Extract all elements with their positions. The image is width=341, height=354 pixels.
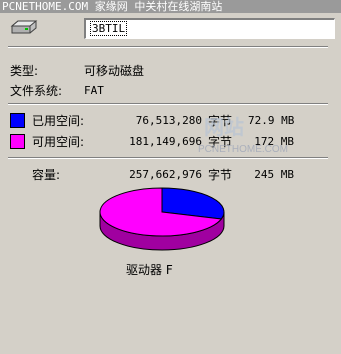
capacity-size: 245 MB bbox=[254, 168, 294, 181]
watermark-banner: PCNETHOME.COM 家缘网 中关村在线湖南站 bbox=[0, 0, 341, 13]
drive-icon bbox=[10, 20, 38, 34]
svg-text:网站: 网站 bbox=[204, 115, 244, 139]
drive-name-input[interactable]: 3BTIL bbox=[84, 18, 335, 39]
separator bbox=[8, 46, 328, 48]
filesystem-label: 文件系统: bbox=[10, 84, 63, 98]
capacity-bytes: 257,662,976 bbox=[129, 168, 202, 181]
drive-name-value: 3BTIL bbox=[90, 21, 128, 36]
type-value: 可移动磁盘 bbox=[84, 64, 145, 78]
separator bbox=[8, 157, 328, 159]
free-space-label: 可用空间: bbox=[32, 135, 85, 149]
disk-usage-pie bbox=[99, 187, 225, 251]
capacity-label: 容量: bbox=[32, 168, 61, 182]
free-color-swatch bbox=[10, 134, 25, 149]
used-color-swatch bbox=[10, 113, 25, 128]
drive-caption: 驱动器 F bbox=[126, 263, 173, 277]
separator bbox=[8, 103, 328, 105]
pcnethome-logo: 网站 PCNETHOME.COM bbox=[198, 115, 288, 155]
capacity-unit: 字节 bbox=[208, 168, 233, 182]
filesystem-value: FAT bbox=[84, 84, 104, 97]
type-label: 类型: bbox=[10, 64, 39, 78]
free-space-bytes: 181,149,696 bbox=[129, 135, 202, 148]
used-space-label: 已用空间: bbox=[32, 114, 85, 128]
used-space-bytes: 76,513,280 bbox=[135, 114, 202, 127]
svg-text:PCNETHOME.COM: PCNETHOME.COM bbox=[198, 144, 288, 155]
